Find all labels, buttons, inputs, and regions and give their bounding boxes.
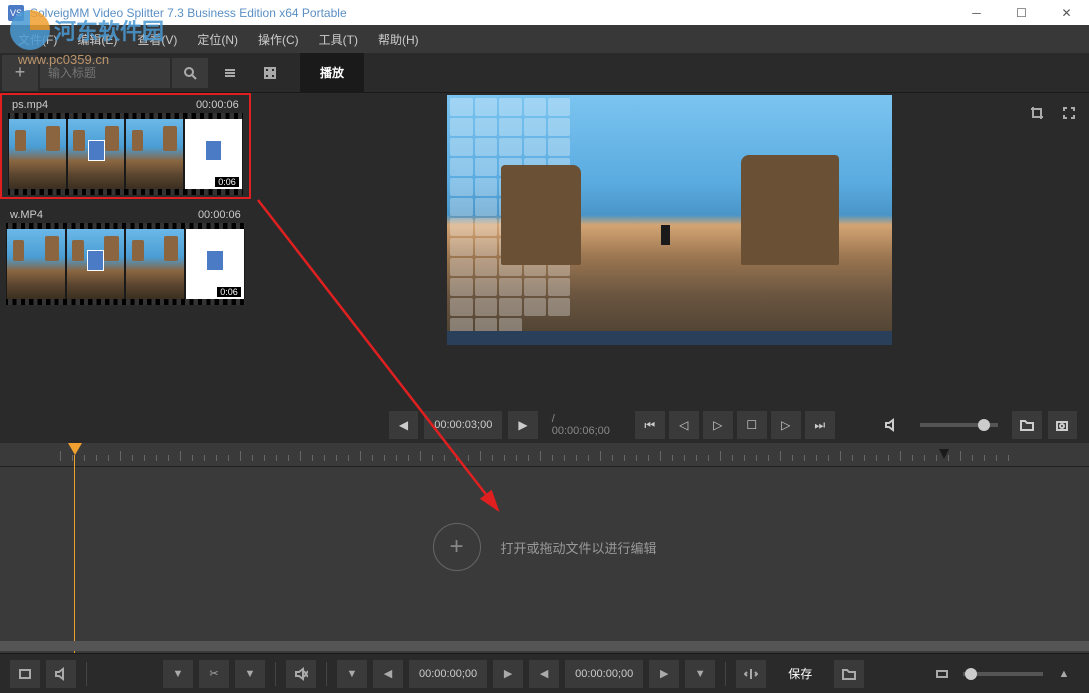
film-icon [18, 667, 32, 681]
split-icon [744, 667, 758, 681]
zoom-fit-icon [935, 667, 949, 681]
range-next-button[interactable]: ▶ [493, 660, 523, 688]
range-end-time[interactable]: 00:00:00;00 [565, 660, 643, 688]
clip-duration: 00:00:06 [196, 99, 239, 111]
video-preview[interactable] [447, 95, 892, 345]
play-tab[interactable]: 播放 [300, 53, 364, 93]
speaker-icon [54, 667, 68, 681]
crop-icon [1030, 106, 1044, 120]
volume-slider[interactable] [920, 423, 998, 427]
total-time-display: / 00:00:06;00 [544, 413, 623, 437]
menu-view[interactable]: 查看(V) [127, 31, 187, 48]
current-time-display[interactable]: 00:00:03;00 [424, 411, 502, 439]
add-button[interactable]: + [2, 55, 38, 91]
menu-control[interactable]: 操作(C) [248, 31, 309, 48]
search-button[interactable] [172, 58, 208, 88]
crop-button[interactable] [1023, 99, 1051, 127]
timeline-scrollbar[interactable] [0, 641, 1089, 651]
menu-file[interactable]: 文件(F) [8, 31, 67, 48]
marker-out-button[interactable]: ▼ [235, 660, 265, 688]
search-icon [183, 66, 197, 80]
close-button[interactable]: ✕ [1044, 0, 1089, 25]
playhead-line [74, 455, 75, 653]
clip-duration: 00:00:06 [198, 209, 241, 221]
step-back-button[interactable]: ◁ [669, 411, 699, 439]
clip-item-selected[interactable]: ps.mp4 00:00:06 0:06 [0, 93, 251, 199]
prev-frame-button[interactable]: ◀ [389, 411, 418, 439]
mute-icon [294, 667, 308, 681]
drop-hint-text: 打开或拖动文件以进行编辑 [500, 538, 656, 557]
range-marker-button[interactable]: ▼ [337, 660, 367, 688]
clip-name: w.MP4 [10, 209, 43, 221]
maximize-button[interactable]: ☐ [999, 0, 1044, 25]
play-button[interactable]: ▷ [703, 411, 733, 439]
zoom-fit-button[interactable] [927, 660, 957, 688]
stop-button[interactable]: ☐ [737, 411, 767, 439]
list-view-button[interactable] [212, 55, 248, 91]
menu-bar: 文件(F) 编辑(E) 查看(V) 定位(N) 操作(C) 工具(T) 帮助(H… [0, 25, 1089, 53]
toolbar: + 播放 [0, 53, 1089, 93]
clip-name: ps.mp4 [12, 99, 48, 111]
volume-button[interactable] [876, 411, 905, 439]
marker-in-button[interactable]: ▼ [163, 660, 193, 688]
cut-button[interactable]: ✂ [199, 660, 229, 688]
range2-next-button[interactable]: ▶ [649, 660, 679, 688]
open-folder-button[interactable] [1012, 411, 1041, 439]
folder-icon [1020, 418, 1034, 432]
add-file-button[interactable]: + [432, 523, 480, 571]
clip-item[interactable]: w.MP4 00:00:06 0:06 [0, 205, 251, 307]
playhead-marker[interactable] [68, 443, 82, 455]
save-folder-button[interactable] [834, 660, 864, 688]
window-title: SolveigMM Video Splitter 7.3 Business Ed… [30, 6, 347, 20]
menu-navigate[interactable]: 定位(N) [187, 31, 248, 48]
menu-tools[interactable]: 工具(T) [309, 31, 368, 48]
grid-view-button[interactable] [252, 55, 288, 91]
list-icon [223, 66, 237, 80]
preview-panel: ◀ 00:00:03;00 ▶ / 00:00:06;00 ⏮ ◁ ▷ ☐ ▷ … [251, 93, 1089, 443]
window-titlebar: VS SolveigMM Video Splitter 7.3 Business… [0, 0, 1089, 25]
fullscreen-icon [1062, 106, 1076, 120]
minimize-button[interactable]: ─ [954, 0, 999, 25]
playback-controls: ◀ 00:00:03;00 ▶ / 00:00:06;00 ⏮ ◁ ▷ ☐ ▷ … [381, 407, 1085, 443]
timeline-ruler[interactable] [0, 443, 1089, 467]
audio-track-button[interactable] [46, 660, 76, 688]
range2-prev-button[interactable]: ◀ [529, 660, 559, 688]
skip-back-button[interactable]: ⏮ [635, 411, 665, 439]
range-marker2-button[interactable]: ▼ [685, 660, 715, 688]
zoom-in-button[interactable]: ▲ [1049, 660, 1079, 688]
grid-icon [263, 66, 277, 80]
frame-timestamp: 0:06 [217, 287, 241, 297]
folder-icon [842, 667, 856, 681]
range-prev-button[interactable]: ◀ [373, 660, 403, 688]
bottom-toolbar: ▼ ✂ ▼ ▼ ◀ 00:00:00;00 ▶ ◀ 00:00:00;00 ▶ … [0, 653, 1089, 693]
clip-list-panel: ps.mp4 00:00:06 0:06 w.MP4 00:00:06 [0, 93, 251, 443]
timeline-area[interactable]: + 打开或拖动文件以进行编辑 [0, 443, 1089, 653]
save-button[interactable]: 保存 [772, 665, 828, 682]
clip-filmstrip: 0:06 [8, 113, 243, 195]
app-icon: VS [8, 5, 24, 21]
frame-timestamp: 0:06 [215, 177, 239, 187]
next-frame-button[interactable]: ▶ [508, 411, 537, 439]
menu-edit[interactable]: 编辑(E) [67, 31, 127, 48]
skip-forward-button[interactable]: ⏭ [805, 411, 835, 439]
zoom-slider[interactable] [963, 672, 1043, 676]
mute-segment-button[interactable] [286, 660, 316, 688]
video-track-button[interactable] [10, 660, 40, 688]
range-start-time[interactable]: 00:00:00;00 [409, 660, 487, 688]
menu-help[interactable]: 帮助(H) [368, 31, 429, 48]
title-input[interactable] [40, 58, 170, 88]
speaker-icon [884, 418, 898, 432]
split-button[interactable] [736, 660, 766, 688]
fullscreen-button[interactable] [1055, 99, 1083, 127]
snapshot-button[interactable] [1048, 411, 1077, 439]
step-forward-button[interactable]: ▷ [771, 411, 801, 439]
camera-icon [1055, 418, 1069, 432]
clip-filmstrip: 0:06 [6, 223, 245, 305]
